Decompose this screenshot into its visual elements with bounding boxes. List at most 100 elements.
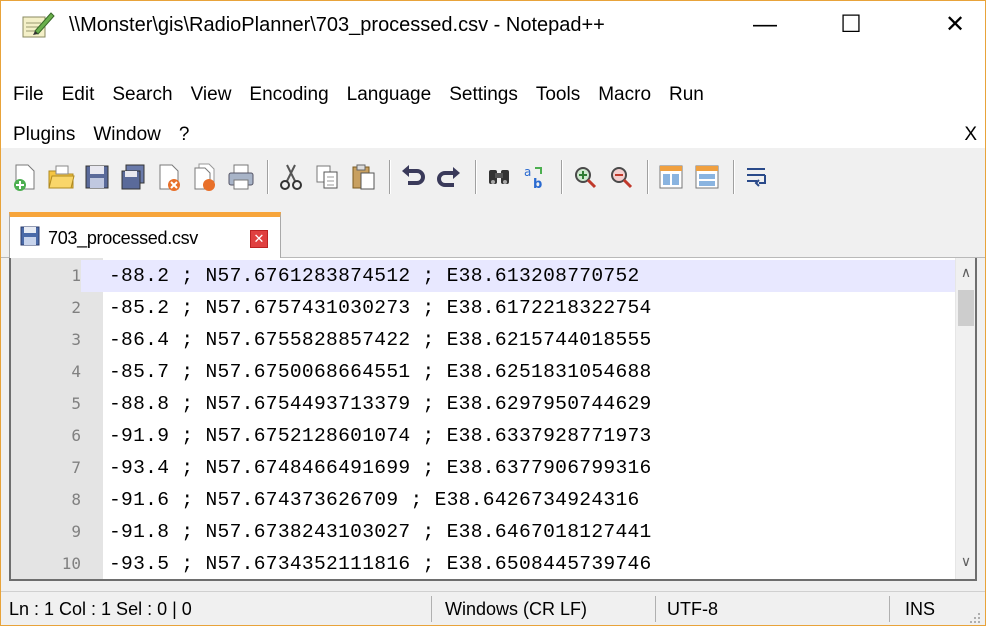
- menu-run[interactable]: Run: [660, 84, 713, 106]
- svg-text:b: b: [533, 177, 542, 192]
- tab-close-icon[interactable]: ✕: [250, 230, 268, 248]
- editor-line[interactable]: 8 -91.6 ; N57.674373626709 ; E38.64267349…: [11, 484, 957, 516]
- menu-edit[interactable]: Edit: [53, 84, 104, 106]
- toolbar: ab: [1, 148, 985, 206]
- notepadpp-window: \\Monster\gis\RadioPlanner\703_processed…: [0, 0, 986, 626]
- menu-bar: File Edit Search View Encoding Language …: [1, 48, 985, 148]
- editor-line[interactable]: 9 -91.8 ; N57.6738243103027 ; E38.6467018…: [11, 516, 957, 548]
- menu-row-1: File Edit Search View Encoding Language …: [1, 78, 713, 112]
- word-wrap-icon[interactable]: [741, 159, 773, 195]
- editor-line[interactable]: 6 -91.9 ; N57.6752128601074 ; E38.6337928…: [11, 420, 957, 452]
- new-file-icon[interactable]: [9, 159, 41, 195]
- text-editor[interactable]: 1 -88.2 ; N57.6761283874512 ; E38.6132087…: [9, 258, 977, 581]
- line-text[interactable]: -91.9 ; N57.6752128601074 ; E38.63379287…: [109, 420, 652, 452]
- line-number: 1: [11, 260, 81, 292]
- zoom-out-icon[interactable]: [605, 159, 637, 195]
- paste-icon[interactable]: [347, 159, 379, 195]
- insert-mode[interactable]: INS: [905, 592, 935, 626]
- menu-tools[interactable]: Tools: [527, 84, 589, 106]
- toolbar-separator: [267, 160, 269, 194]
- editor-line[interactable]: 2 -85.2 ; N57.6757431030273 ; E38.6172218…: [11, 292, 957, 324]
- save-icon[interactable]: [81, 159, 113, 195]
- status-divider: [655, 596, 656, 622]
- editor-line[interactable]: 5 -88.8 ; N57.6754493713379 ; E38.6297950…: [11, 388, 957, 420]
- find-icon[interactable]: [483, 159, 515, 195]
- sync-horizontal-icon[interactable]: [691, 159, 723, 195]
- close-document-button[interactable]: X: [964, 118, 977, 152]
- line-text[interactable]: -91.8 ; N57.6738243103027 ; E38.64670181…: [109, 516, 652, 548]
- tab-703-processed-csv[interactable]: 703_processed.csv ✕: [9, 212, 281, 259]
- line-number: 8: [71, 490, 81, 509]
- save-all-icon[interactable]: [117, 159, 149, 195]
- menu-encoding[interactable]: Encoding: [240, 84, 337, 106]
- zoom-in-icon[interactable]: [569, 159, 601, 195]
- minimize-button[interactable]: —: [735, 1, 795, 48]
- redo-icon[interactable]: [433, 159, 465, 195]
- window-title: \\Monster\gis\RadioPlanner\703_processed…: [69, 14, 605, 36]
- line-text[interactable]: -85.7 ; N57.6750068664551 ; E38.62518310…: [109, 356, 652, 388]
- copy-icon[interactable]: [311, 159, 343, 195]
- toolbar-separator: [561, 160, 563, 194]
- file-encoding[interactable]: UTF-8: [667, 592, 718, 626]
- close-window-button[interactable]: ✕: [925, 1, 985, 48]
- scroll-up-arrow-icon[interactable]: ∧: [956, 264, 975, 286]
- close-icon[interactable]: [153, 159, 185, 195]
- menu-settings[interactable]: Settings: [440, 84, 527, 106]
- status-bar: Ln : 1 Col : 1 Sel : 0 | 0 Windows (CR L…: [1, 591, 985, 625]
- editor-line[interactable]: 1 -88.2 ; N57.6761283874512 ; E38.6132087…: [11, 260, 957, 292]
- line-text[interactable]: -85.2 ; N57.6757431030273 ; E38.61722183…: [109, 292, 652, 324]
- menu-window[interactable]: Window: [84, 124, 170, 146]
- editor-line[interactable]: 4 -85.7 ; N57.6750068664551 ; E38.6251831…: [11, 356, 957, 388]
- menu-macro[interactable]: Macro: [589, 84, 660, 106]
- close-all-icon[interactable]: [189, 159, 221, 195]
- scroll-down-arrow-icon[interactable]: ∨: [956, 553, 975, 575]
- line-text[interactable]: -93.4 ; N57.6748466491699 ; E38.63779067…: [109, 452, 652, 484]
- replace-icon[interactable]: ab: [519, 159, 551, 195]
- cut-icon[interactable]: [275, 159, 307, 195]
- toolbar-separator: [733, 160, 735, 194]
- editor-line[interactable]: 7 -93.4 ; N57.6748466491699 ; E38.6377906…: [11, 452, 957, 484]
- editor-line[interactable]: 3 -86.4 ; N57.6755828857422 ; E38.6215744…: [11, 324, 957, 356]
- eol-format[interactable]: Windows (CR LF): [445, 592, 587, 626]
- toolbar-separator: [475, 160, 477, 194]
- line-number: 2: [71, 298, 81, 317]
- line-text[interactable]: -88.8 ; N57.6754493713379 ; E38.62979507…: [109, 388, 652, 420]
- menu-language[interactable]: Language: [338, 84, 441, 106]
- maximize-button[interactable]: ☐: [821, 1, 881, 48]
- status-divider: [431, 596, 432, 622]
- menu-search[interactable]: Search: [103, 84, 181, 106]
- line-text[interactable]: -93.5 ; N57.6734352111816 ; E38.65084457…: [109, 548, 652, 579]
- svg-text:a: a: [524, 165, 531, 179]
- line-number: 7: [71, 458, 81, 477]
- vertical-scrollbar[interactable]: ∧ ∨: [955, 258, 975, 579]
- title-bar[interactable]: \\Monster\gis\RadioPlanner\703_processed…: [1, 1, 985, 48]
- saved-file-icon: [20, 226, 40, 251]
- print-icon[interactable]: [225, 159, 257, 195]
- tab-label: 703_processed.csv: [48, 227, 198, 248]
- toolbar-separator: [389, 160, 391, 194]
- cursor-position: Ln : 1 Col : 1 Sel : 0 | 0: [9, 599, 192, 619]
- line-text[interactable]: -86.4 ; N57.6755828857422 ; E38.62157440…: [109, 324, 652, 356]
- toolbar-separator: [647, 160, 649, 194]
- undo-icon[interactable]: [397, 159, 429, 195]
- sync-vertical-icon[interactable]: [655, 159, 687, 195]
- menu-plugins[interactable]: Plugins: [1, 124, 84, 146]
- resize-grip-icon[interactable]: [967, 608, 981, 623]
- scrollbar-thumb[interactable]: [958, 290, 974, 326]
- status-divider: [889, 596, 890, 622]
- line-number: 5: [71, 394, 81, 413]
- line-number: 10: [61, 554, 81, 573]
- menu-view[interactable]: View: [182, 84, 241, 106]
- line-text[interactable]: -91.6 ; N57.674373626709 ; E38.642673492…: [109, 484, 640, 516]
- line-number: 9: [71, 522, 81, 541]
- menu-help[interactable]: ?: [170, 124, 199, 146]
- line-text[interactable]: -88.2 ; N57.6761283874512 ; E38.61320877…: [109, 260, 640, 292]
- line-number: 6: [71, 426, 81, 445]
- menu-file[interactable]: File: [1, 84, 53, 106]
- line-number: 4: [71, 362, 81, 381]
- open-file-icon[interactable]: [45, 159, 77, 195]
- menu-row-2: Plugins Window ?: [1, 118, 198, 152]
- editor-line[interactable]: 10 -93.5 ; N57.6734352111816 ; E38.650844…: [11, 548, 957, 579]
- tab-bar: 703_processed.csv ✕: [1, 206, 985, 259]
- notepadpp-app-icon: [21, 11, 55, 39]
